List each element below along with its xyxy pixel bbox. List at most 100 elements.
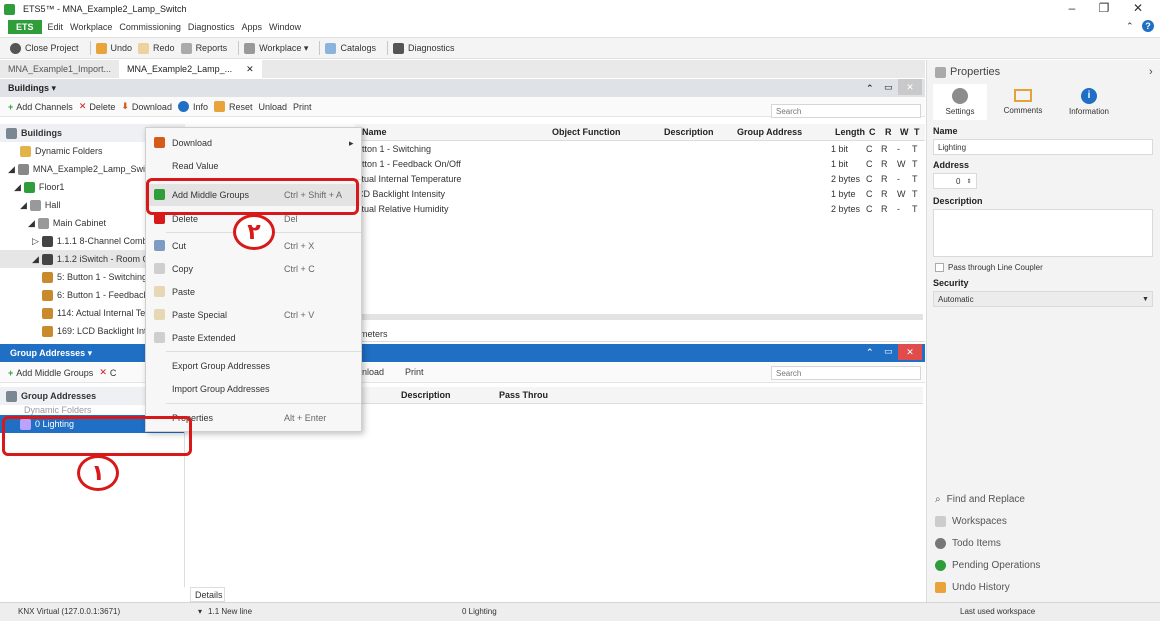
- expand-icon[interactable]: ▷: [32, 236, 39, 247]
- col-w[interactable]: W: [900, 127, 909, 137]
- col-r[interactable]: R: [885, 127, 892, 137]
- print-button[interactable]: Print: [293, 102, 312, 112]
- collapse-ribbon-icon[interactable]: ⌃: [1126, 21, 1134, 32]
- description-field[interactable]: [933, 209, 1153, 257]
- workspace-status[interactable]: Last used workspace: [960, 607, 1035, 616]
- tab-example1[interactable]: MNA_Example1_Import...: [0, 60, 119, 78]
- col-name[interactable]: Name: [362, 127, 387, 137]
- restore-button[interactable]: ❐: [1096, 1, 1112, 15]
- panel-maximize-icon[interactable]: ▭: [884, 346, 893, 357]
- menu-item-paste-special[interactable]: Paste Special Ctrl + V: [146, 304, 361, 326]
- download-button[interactable]: ⬇ Download: [121, 101, 172, 112]
- diagnostics-button[interactable]: Diagnostics: [392, 42, 455, 54]
- catalogs-button[interactable]: Catalogs: [325, 42, 376, 54]
- unload-button[interactable]: Unload: [258, 102, 287, 112]
- menu-window[interactable]: Window: [269, 22, 301, 32]
- minimize-button[interactable]: –: [1064, 1, 1080, 15]
- copy-icon: [154, 263, 165, 274]
- panel-maximize-icon[interactable]: ▭: [884, 82, 893, 93]
- menu-item-label: Read Value: [172, 161, 219, 171]
- undo-history-link[interactable]: Undo History: [935, 576, 1155, 598]
- ga-print-button[interactable]: Print: [405, 367, 424, 377]
- menu-workplace[interactable]: Workplace: [70, 22, 112, 32]
- col-description[interactable]: Description: [401, 390, 451, 400]
- security-select[interactable]: Automatic ▼: [933, 291, 1153, 307]
- panel-close-icon[interactable]: ✕: [898, 344, 922, 360]
- todo-items-link[interactable]: Todo Items: [935, 532, 1155, 554]
- table-row[interactable]: ctual Relative Humidity 2 bytes C R - T: [355, 202, 925, 217]
- panel-collapse-icon[interactable]: ⌃: [866, 347, 874, 358]
- add-channels-button[interactable]: + Add Channels: [8, 102, 73, 112]
- menu-diagnostics[interactable]: Diagnostics: [188, 22, 235, 32]
- details-tab[interactable]: Details: [190, 587, 225, 602]
- table-row[interactable]: CD Backlight Intensity 1 byte C R W T: [355, 187, 925, 202]
- menu-item-read-value[interactable]: Read Value: [146, 155, 361, 177]
- help-icon[interactable]: ?: [1142, 20, 1154, 32]
- menu-item-copy[interactable]: Copy Ctrl + C: [146, 258, 361, 280]
- buildings-title[interactable]: Buildings ▾: [8, 83, 56, 94]
- delete-button[interactable]: ✕ Delete: [79, 101, 116, 112]
- tab-example2[interactable]: MNA_Example2_Lamp_... ✕: [119, 60, 262, 78]
- name-field[interactable]: Lighting: [933, 139, 1153, 155]
- connection-status[interactable]: KNX Virtual (127.0.0.1:3671): [18, 607, 120, 616]
- ga-search-input[interactable]: [771, 366, 921, 380]
- table-row[interactable]: utton 1 - Feedback On/Off 1 bit C R W T: [355, 157, 925, 172]
- address-stepper[interactable]: 0 ⇕: [933, 173, 977, 189]
- search-icon: ⌕: [935, 493, 941, 505]
- find-and-replace-link[interactable]: ⌕ Find and Replace: [935, 488, 1155, 510]
- pending-operations-link[interactable]: Pending Operations: [935, 554, 1155, 576]
- col-group-address[interactable]: Group Address: [737, 127, 802, 137]
- tab-comments[interactable]: Comments: [991, 84, 1055, 120]
- floor-icon: [23, 181, 35, 193]
- expand-icon[interactable]: ◢: [28, 218, 35, 229]
- expand-icon[interactable]: ◢: [8, 164, 15, 175]
- horizontal-scrollbar[interactable]: [355, 314, 923, 320]
- col-length[interactable]: Length: [835, 127, 865, 137]
- panel-close-icon[interactable]: ✕: [898, 79, 922, 95]
- expand-icon[interactable]: ◢: [32, 254, 39, 265]
- col-c[interactable]: C: [869, 127, 876, 137]
- ga-delete-button[interactable]: ✕ C: [99, 367, 116, 378]
- panel-collapse-icon[interactable]: ⌃: [866, 83, 874, 94]
- menu-apps[interactable]: Apps: [241, 22, 262, 32]
- col-pass-through[interactable]: Pass Throu: [499, 390, 548, 400]
- ets-menu-button[interactable]: ETS: [8, 20, 42, 34]
- table-row[interactable]: utton 1 - Switching 1 bit C R - T: [355, 142, 925, 157]
- stepper-arrows-icon[interactable]: ⇕: [966, 178, 971, 185]
- col-object-function[interactable]: Object Function: [552, 127, 621, 137]
- add-middle-groups-button[interactable]: + Add Middle Groups: [8, 368, 93, 378]
- menu-item-import-group-addresses[interactable]: Import Group Addresses: [146, 378, 361, 400]
- close-project-button[interactable]: Close Project: [10, 42, 79, 54]
- workspaces-link[interactable]: Workspaces: [935, 510, 1155, 532]
- reports-button[interactable]: Reports: [180, 42, 227, 54]
- menu-item-export-group-addresses[interactable]: Export Group Addresses: [146, 355, 361, 377]
- checkbox-box[interactable]: [935, 263, 944, 272]
- col-description[interactable]: Description: [664, 127, 714, 137]
- col-t[interactable]: T: [914, 127, 920, 137]
- expand-icon[interactable]: ◢: [14, 182, 21, 193]
- menu-item-paste[interactable]: Paste: [146, 281, 361, 303]
- ga-unload-button[interactable]: nload: [362, 367, 384, 377]
- menu-edit[interactable]: Edit: [48, 22, 64, 32]
- reset-button[interactable]: Reset: [213, 101, 252, 112]
- expand-panel-icon[interactable]: ›: [1149, 66, 1153, 78]
- tab-settings[interactable]: Settings: [933, 84, 987, 120]
- menu-item-paste-extended[interactable]: Paste Extended: [146, 327, 361, 349]
- current-line-status[interactable]: ▾ 1.1 New line: [198, 607, 252, 616]
- tab-information[interactable]: i Information: [1057, 84, 1121, 120]
- undo-button[interactable]: Undo: [95, 42, 132, 54]
- parameters-tab[interactable]: meters: [360, 329, 388, 339]
- menu-commissioning[interactable]: Commissioning: [119, 22, 181, 32]
- buildings-search-input[interactable]: [771, 104, 921, 118]
- info-button[interactable]: Info: [177, 101, 208, 112]
- group-addresses-title[interactable]: Group Addresses ▾: [10, 348, 92, 359]
- expand-icon[interactable]: ◢: [20, 200, 27, 211]
- table-row[interactable]: ctual Internal Temperature 2 bytes C R -…: [355, 172, 925, 187]
- menu-item-download[interactable]: Download ▸: [146, 132, 361, 154]
- pass-through-checkbox[interactable]: Pass through Line Coupler: [935, 263, 1043, 272]
- close-tab-icon[interactable]: ✕: [246, 64, 254, 74]
- workplace-button[interactable]: Workplace ▾: [244, 42, 308, 54]
- close-window-button[interactable]: ✕: [1130, 1, 1146, 15]
- redo-button[interactable]: Redo: [138, 42, 175, 54]
- tree-label: Group Addresses: [21, 391, 97, 401]
